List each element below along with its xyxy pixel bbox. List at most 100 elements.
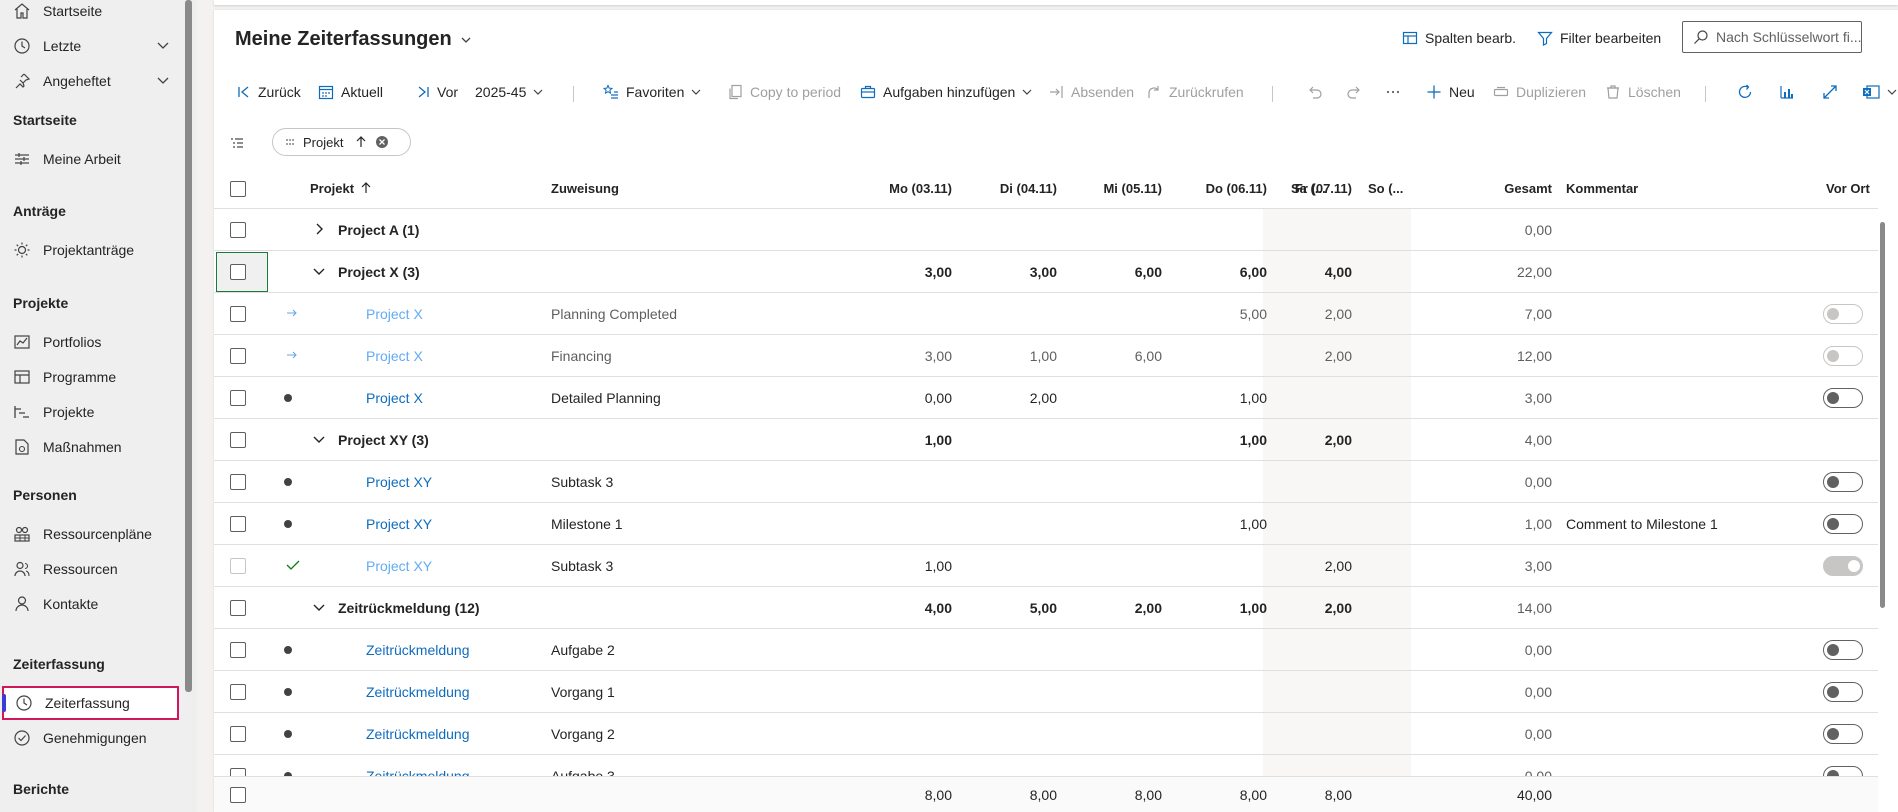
cell-thu[interactable]: 6,00 (1169, 251, 1267, 292)
project-link[interactable]: Project X (366, 335, 423, 376)
row-checkbox[interactable] (230, 516, 246, 532)
cell-tue[interactable]: 5,00 (959, 587, 1057, 628)
sidebar-item-3-0[interactable]: Ressourcenpläne (0, 517, 182, 551)
cell-fri[interactable] (1254, 377, 1352, 418)
cell-mon[interactable] (854, 713, 952, 754)
column-header-tue[interactable]: Di (04.11) (959, 168, 1057, 208)
onsite-toggle[interactable] (1823, 472, 1863, 492)
cell-fri[interactable]: 2,00 (1254, 545, 1352, 586)
sidebar-item-3-2[interactable]: Kontakte (0, 587, 182, 621)
column-header-sat[interactable]: Sa (... (1291, 168, 1326, 208)
grid-scrollbar[interactable] (1880, 222, 1885, 608)
table-row[interactable]: Zeitrückmeldung Vorgang 2 0,00 (214, 713, 1878, 755)
row-checkbox[interactable] (230, 348, 246, 364)
chevron-right-icon[interactable] (312, 222, 326, 236)
row-checkbox[interactable] (230, 642, 246, 658)
cell-fri[interactable]: 2,00 (1254, 419, 1352, 460)
project-link[interactable]: Project XY (366, 503, 432, 544)
cell-wed[interactable] (1064, 377, 1162, 418)
sidebar-item-1-0[interactable]: Projektanträge (0, 233, 182, 267)
cell-tue[interactable]: 2,00 (959, 377, 1057, 418)
table-row[interactable]: Project X (3) 3,00 3,00 6,00 6,00 4,00 22,00 (214, 251, 1878, 293)
sidebar-item-4-0[interactable]: Zeiterfassung (2, 686, 179, 720)
cell-wed[interactable] (1064, 671, 1162, 712)
cell-tue[interactable] (959, 713, 1057, 754)
project-link[interactable]: Project X (366, 293, 423, 334)
table-row[interactable]: Zeitrückmeldung (12) 4,00 5,00 2,00 1,00 2,00… (214, 587, 1878, 629)
table-row[interactable]: Project XY (3) 1,00 1,00 2,00 4,00 (214, 419, 1878, 461)
cell-mon[interactable]: 0,00 (854, 377, 952, 418)
row-checkbox[interactable] (230, 726, 246, 742)
redo-button[interactable] (1346, 84, 1362, 100)
chevron-down-icon[interactable] (312, 432, 326, 446)
submit-button[interactable]: Absenden (1048, 84, 1134, 100)
onsite-toggle[interactable] (1823, 682, 1863, 702)
cell-mon[interactable]: 3,00 (854, 251, 952, 292)
onsite-toggle[interactable] (1823, 724, 1863, 744)
column-header-total[interactable]: Gesamt (1454, 168, 1552, 208)
chart-button[interactable] (1779, 84, 1795, 100)
cell-thu[interactable] (1169, 713, 1267, 754)
favorites-dropdown[interactable]: Favoriten (603, 84, 702, 100)
excel-export-dropdown[interactable] (1862, 84, 1898, 100)
cell-wed[interactable]: 6,00 (1064, 251, 1162, 292)
new-button[interactable]: Neu (1426, 84, 1475, 100)
cell-tue[interactable] (959, 419, 1057, 460)
current-button[interactable]: Aktuell (318, 84, 383, 100)
group-chip-project[interactable]: Projekt (272, 128, 411, 156)
table-row[interactable]: Project X Detailed Planning 0,00 2,00 1,00 3,… (214, 377, 1878, 419)
remove-chip-icon[interactable] (375, 135, 389, 149)
onsite-toggle[interactable] (1823, 514, 1863, 534)
row-checkbox[interactable] (230, 432, 246, 448)
cell-tue[interactable]: 1,00 (959, 335, 1057, 376)
sidebar-scrollbar[interactable] (185, 0, 192, 692)
table-row[interactable]: Project X Financing 3,00 1,00 6,00 2,00 12,00 (214, 335, 1878, 377)
sidebar-item-0[interactable]: Startseite (0, 0, 182, 28)
chevron-down-icon[interactable] (312, 264, 326, 278)
column-header-sun[interactable]: So (... (1368, 168, 1403, 208)
cell-thu[interactable]: 1,00 (1169, 377, 1267, 418)
back-button[interactable]: Zurück (237, 84, 301, 100)
expand-button[interactable] (1822, 84, 1838, 100)
sidebar-item-3-1[interactable]: Ressourcen (0, 552, 182, 586)
cell-tue[interactable] (959, 545, 1057, 586)
sidebar-item-2-2[interactable]: Projekte (0, 395, 182, 429)
sidebar-item-1[interactable]: Letzte (0, 29, 182, 63)
cell-mon[interactable] (854, 461, 952, 502)
project-link[interactable]: Project X (366, 377, 423, 418)
cell-thu[interactable]: 1,00 (1169, 503, 1267, 544)
cell-fri[interactable]: 2,00 (1254, 293, 1352, 334)
cell-fri[interactable] (1254, 713, 1352, 754)
search-input[interactable]: Nach Schlüsselwort fi... (1682, 21, 1862, 53)
totals-checkbox[interactable] (230, 787, 246, 803)
cell-wed[interactable] (1064, 293, 1162, 334)
recall-button[interactable]: Zurückrufen (1146, 84, 1244, 100)
onsite-toggle[interactable] (1823, 346, 1863, 366)
refresh-button[interactable] (1737, 84, 1753, 100)
cell-fri[interactable] (1254, 503, 1352, 544)
row-checkbox[interactable] (230, 264, 246, 280)
cell-wed[interactable] (1064, 545, 1162, 586)
cell-fri[interactable]: 2,00 (1254, 335, 1352, 376)
edit-filters-button[interactable]: Filter bearbeiten (1537, 30, 1661, 46)
project-link[interactable]: Zeitrückmeldung (366, 671, 470, 712)
table-row[interactable]: Project XY Subtask 3 1,00 2,00 3,00 (214, 545, 1878, 587)
cell-thu[interactable]: 1,00 (1169, 419, 1267, 460)
table-row[interactable]: Zeitrückmeldung Aufgabe 2 0,00 (214, 629, 1878, 671)
cell-fri[interactable] (1254, 671, 1352, 712)
cell-mon[interactable]: 3,00 (854, 335, 952, 376)
cell-fri[interactable] (1254, 461, 1352, 502)
cell-wed[interactable]: 2,00 (1064, 587, 1162, 628)
column-header-wed[interactable]: Mi (05.11) (1064, 168, 1162, 208)
cell-wed[interactable] (1064, 461, 1162, 502)
chevron-down-icon[interactable] (312, 600, 326, 614)
column-header-project[interactable]: Projekt (310, 168, 372, 208)
cell-tue[interactable] (959, 209, 1057, 250)
cell-mon[interactable]: 1,00 (854, 419, 952, 460)
cell-fri[interactable]: 2,00 (1254, 587, 1352, 628)
sidebar-item-2[interactable]: Angeheftet (0, 64, 182, 98)
table-row[interactable]: Project XY Milestone 1 1,00 1,00 Comment to … (214, 503, 1878, 545)
cell-thu[interactable]: 5,00 (1169, 293, 1267, 334)
view-selector[interactable]: Meine Zeiterfassungen (235, 28, 472, 51)
period-dropdown[interactable]: 2025-45 (475, 84, 544, 100)
